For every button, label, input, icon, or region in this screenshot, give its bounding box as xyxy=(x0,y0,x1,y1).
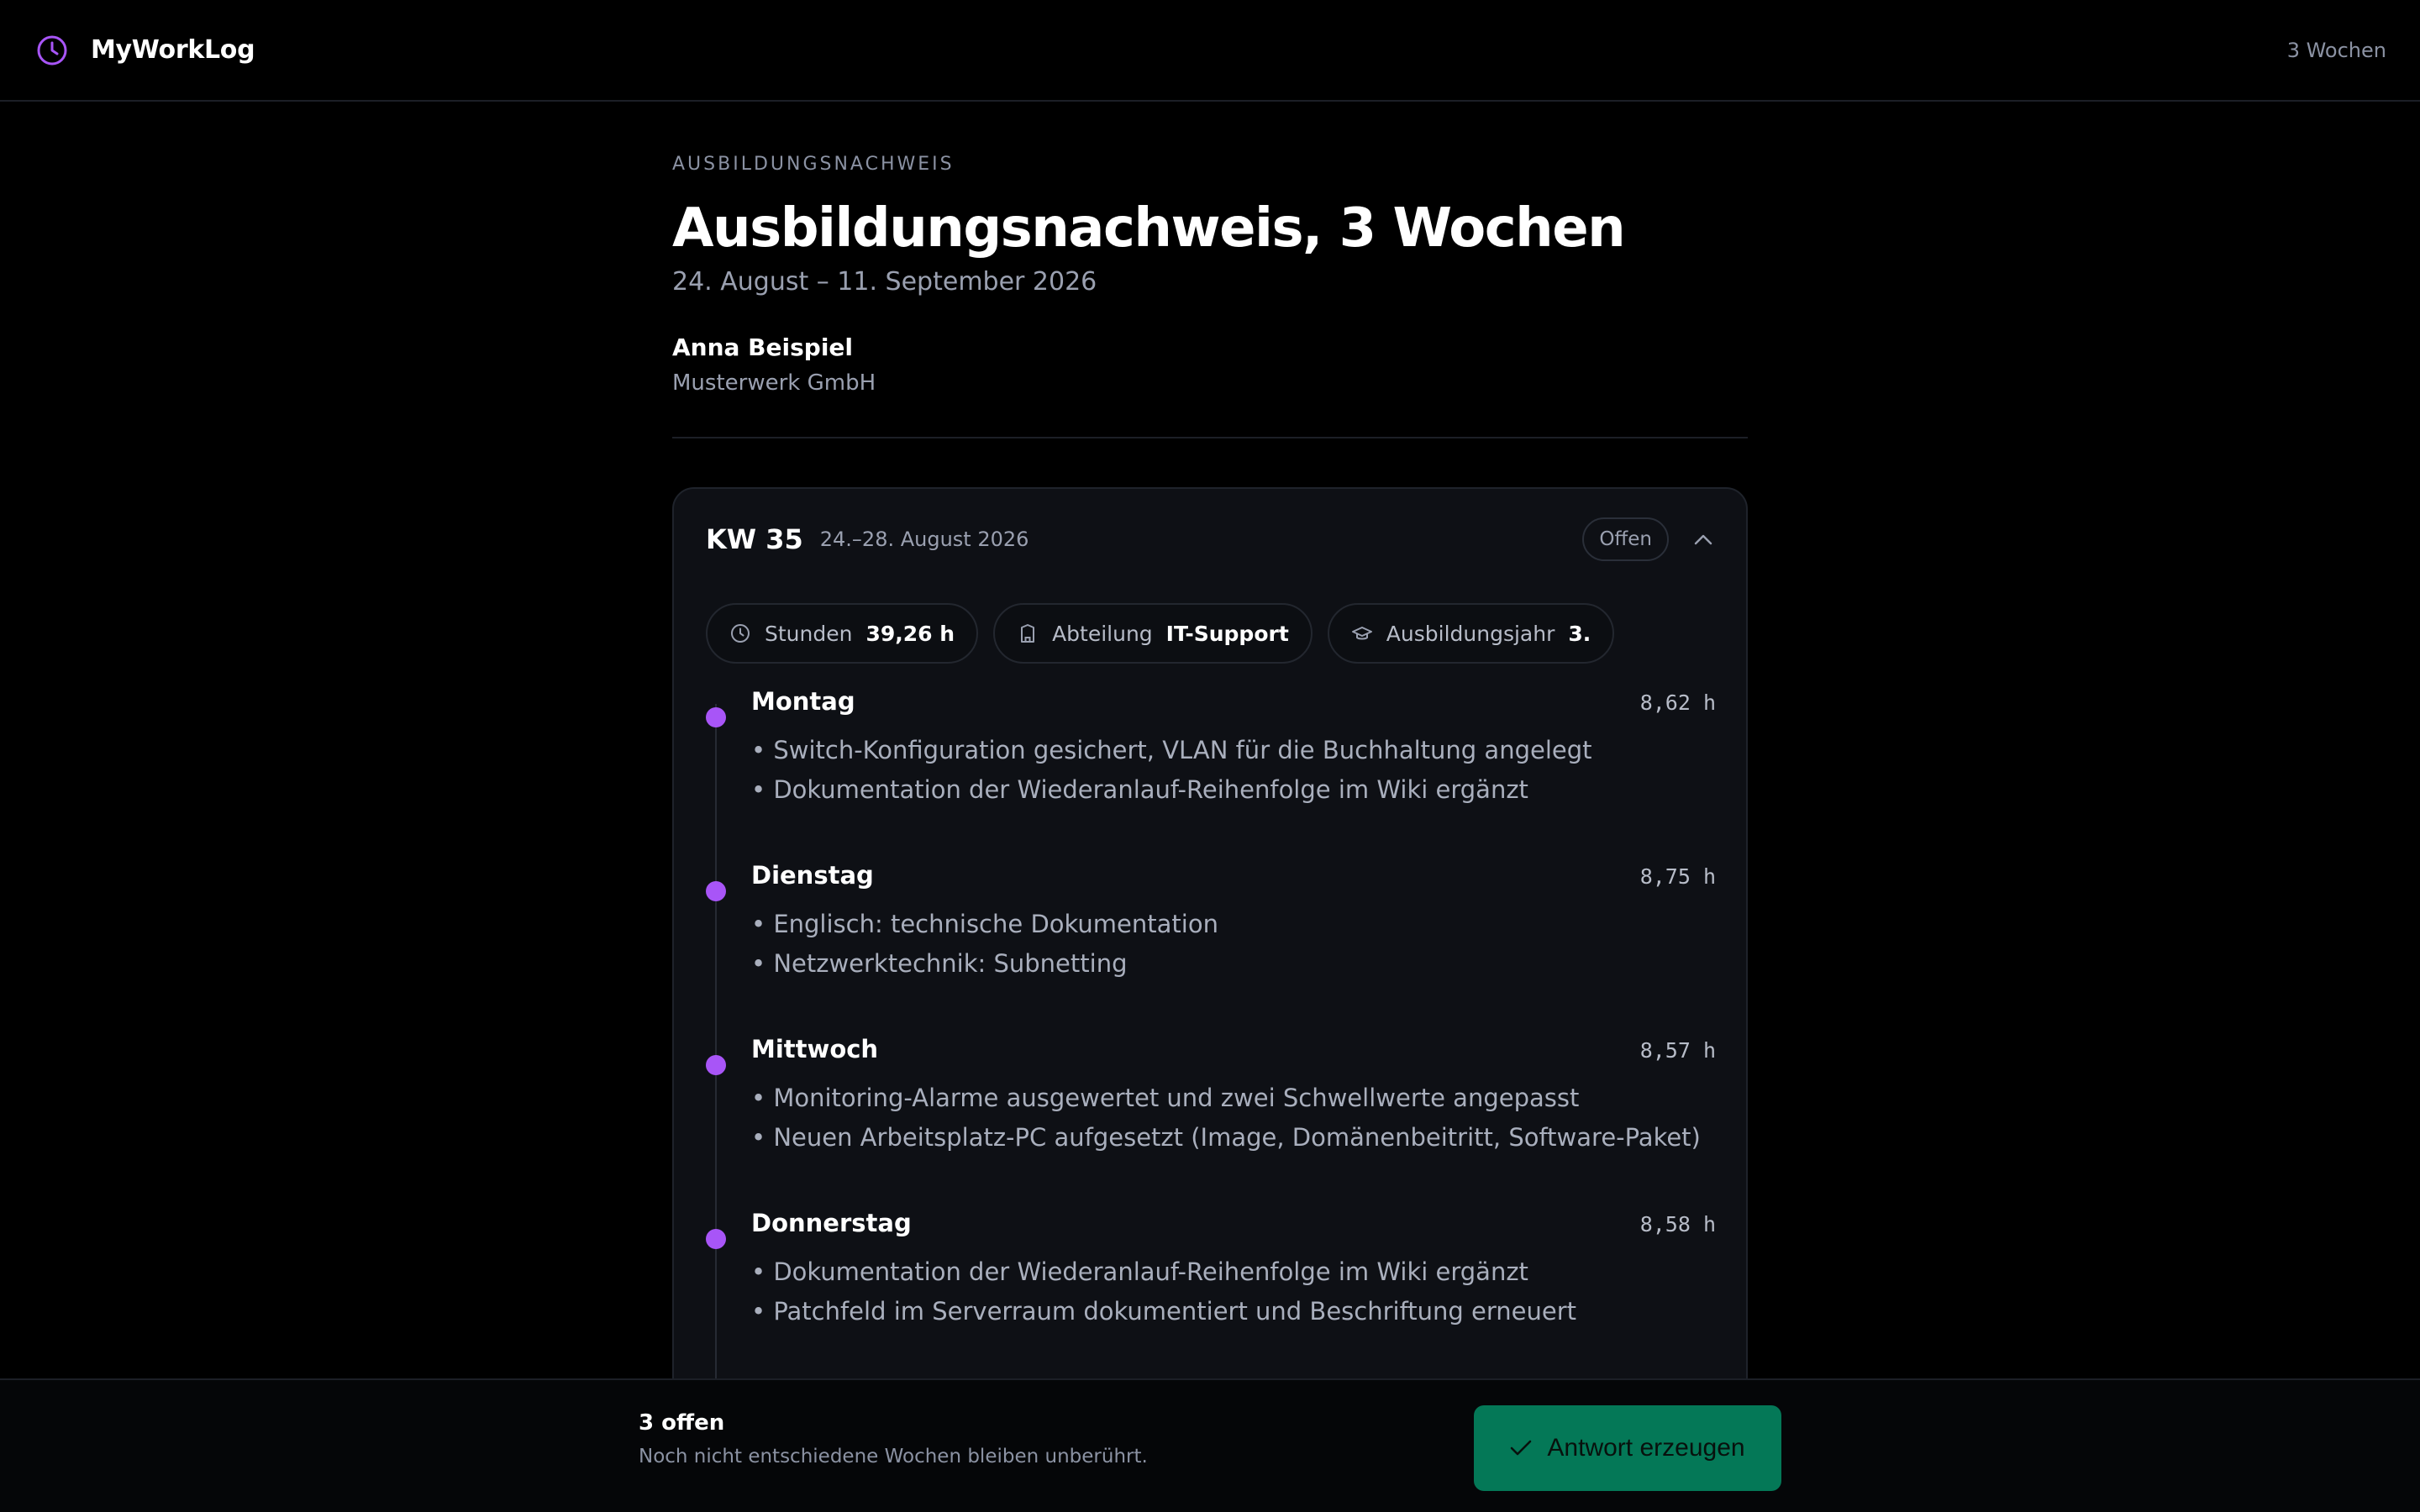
department-chip: Abteilung IT-Support xyxy=(993,603,1313,664)
task-list: • Englisch: technische Dokumentation • N… xyxy=(751,905,1716,984)
week-dates: 24.–28. August 2026 xyxy=(819,528,1029,551)
department-label: Abteilung xyxy=(1052,621,1153,646)
brand[interactable]: MyWorkLog xyxy=(35,34,255,67)
hours-label: Stunden xyxy=(765,621,853,646)
open-note: Noch nicht entschiedene Wochen bleiben u… xyxy=(639,1446,1148,1467)
page-title: Ausbildungsnachweis, 3 Wochen xyxy=(672,197,1626,260)
task-list: • Switch-Konfiguration gesichert, VLAN f… xyxy=(751,731,1716,810)
status-badge: Offen xyxy=(1582,517,1669,561)
top-bar: MyWorkLog 3 Wochen xyxy=(0,0,2420,102)
day-name: Mittwoch xyxy=(751,1035,879,1063)
open-count: 3 offen xyxy=(639,1410,725,1436)
task-item: • Patchfeld im Serverraum dokumentiert u… xyxy=(751,1297,1577,1326)
timeline-dot xyxy=(706,707,726,727)
app-name: MyWorkLog xyxy=(91,35,255,65)
day-name: Montag xyxy=(751,687,855,716)
task-item: • Monitoring-Alarme ausgewertet und zwei… xyxy=(751,1084,1580,1112)
graduation-cap-icon xyxy=(1351,627,1372,640)
timeline-dot xyxy=(706,881,726,901)
timeline-dot xyxy=(706,1229,726,1249)
person-name: Anna Beispiel xyxy=(672,333,854,361)
day-hours: 8,62 h xyxy=(1639,690,1716,715)
hours-value: 39,26 h xyxy=(865,621,955,646)
building-icon xyxy=(1021,624,1035,643)
hours-chip: Stunden 39,26 h xyxy=(706,603,979,664)
timeline-dot xyxy=(706,1055,726,1075)
generate-response-label: Antwort erzeugen xyxy=(1547,1434,1745,1462)
period-label: 3 Wochen xyxy=(2286,38,2386,62)
collapse-button[interactable] xyxy=(1691,527,1716,552)
generate-response-button[interactable]: Antwort erzeugen xyxy=(1474,1405,1781,1491)
clock-icon xyxy=(731,624,750,643)
day-timeline: Montag 8,62 h • Switch-Konfiguration ges… xyxy=(706,687,1716,1460)
task-list: • Dokumentation der Wiederanlauf-Reihenf… xyxy=(751,1252,1716,1331)
bottom-action-bar: 3 offen Noch nicht entschiedene Wochen b… xyxy=(0,1378,2420,1512)
task-list: • Monitoring-Alarme ausgewertet und zwei… xyxy=(751,1079,1716,1158)
day-entry: Dienstag 8,75 h • Englisch: technische D… xyxy=(706,861,1716,1035)
week-header[interactable]: KW 35 24.–28. August 2026 Offen xyxy=(706,514,1716,564)
department-value: IT-Support xyxy=(1165,621,1289,646)
day-name: Dienstag xyxy=(751,861,874,890)
day-hours: 8,58 h xyxy=(1639,1212,1716,1236)
date-range: 24. August – 11. September 2026 xyxy=(672,267,1097,297)
year-chip: Ausbildungsjahr 3. xyxy=(1327,603,1615,664)
day-name: Donnerstag xyxy=(751,1209,912,1237)
week-number: KW 35 xyxy=(706,523,803,555)
week-card: KW 35 24.–28. August 2026 Offen Stunden … xyxy=(672,487,1748,1460)
main-content: AUSBILDUNGSNACHWEIS Ausbildungsnachweis,… xyxy=(672,102,1748,1460)
year-label: Ausbildungsjahr xyxy=(1386,621,1555,646)
week-meta-chips: Stunden 39,26 h Abteilung IT-Support Aus… xyxy=(706,603,1716,664)
task-item: • Dokumentation der Wiederanlauf-Reihenf… xyxy=(751,1257,1528,1286)
year-value: 3. xyxy=(1568,621,1591,646)
chevron-up-icon xyxy=(1694,534,1712,545)
check-icon xyxy=(1511,1440,1532,1456)
task-item: • Englisch: technische Dokumentation xyxy=(751,910,1218,938)
task-item: • Switch-Konfiguration gesichert, VLAN f… xyxy=(751,736,1592,764)
eyebrow: AUSBILDUNGSNACHWEIS xyxy=(672,154,955,175)
day-hours: 8,57 h xyxy=(1639,1038,1716,1063)
task-item: • Netzwerktechnik: Subnetting xyxy=(751,949,1128,978)
divider xyxy=(672,437,1748,438)
company-name: Musterwerk GmbH xyxy=(672,370,876,396)
task-item: • Dokumentation der Wiederanlauf-Reihenf… xyxy=(751,775,1528,804)
day-entry: Donnerstag 8,58 h • Dokumentation der Wi… xyxy=(706,1209,1716,1383)
day-entry: Montag 8,62 h • Switch-Konfiguration ges… xyxy=(706,687,1716,861)
day-hours: 8,75 h xyxy=(1639,864,1716,889)
day-entry: Mittwoch 8,57 h • Monitoring-Alarme ausg… xyxy=(706,1035,1716,1209)
task-item: • Neuen Arbeitsplatz-PC aufgesetzt (Imag… xyxy=(751,1123,1701,1152)
clock-icon xyxy=(37,35,67,65)
